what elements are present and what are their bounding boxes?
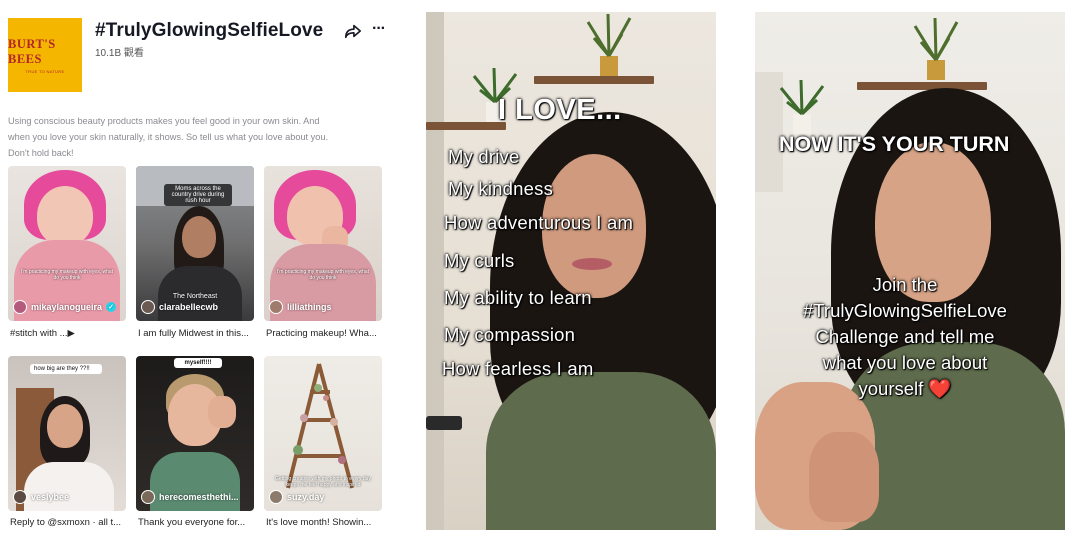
video-caption[interactable]: It's love month! Showin... xyxy=(266,517,384,528)
panel-heading: I LOVE... xyxy=(498,94,622,126)
plant-decoration xyxy=(779,79,825,134)
video-author[interactable]: mikaylanogueira ✓ xyxy=(13,300,117,314)
cta-line: #TrulyGlowingSelfieLove xyxy=(803,300,1007,321)
video-caption[interactable]: #stitch with ...▶ xyxy=(10,328,128,339)
cta-line: Challenge and tell me xyxy=(815,326,995,347)
share-arrow-icon[interactable] xyxy=(344,22,362,40)
brand-logo-name: BURT'S BEES xyxy=(8,36,56,66)
video-author[interactable]: veslybee xyxy=(13,490,69,504)
brand-logo-tagline: TRUE TO NATURE xyxy=(25,68,65,74)
panel-heading: NOW IT'S YOUR TURN xyxy=(779,132,1010,156)
avatar xyxy=(13,490,27,504)
avatar xyxy=(269,300,283,314)
video-tile[interactable]: Getting creative with my photo to every … xyxy=(264,356,382,511)
video-tile[interactable]: how big are they ??!! veslybee xyxy=(8,356,126,511)
hashtag-page: BURT'S BEES TRUE TO NATURE #TrulyGlowing… xyxy=(0,0,400,537)
love-item: How fearless I am xyxy=(442,358,594,379)
view-count: 10.1B 觀看 xyxy=(95,48,144,59)
hashtag-title: #TrulyGlowingSelfieLove xyxy=(95,20,324,41)
username: clarabellecwb xyxy=(159,302,219,312)
cta-line: what you love about xyxy=(822,352,988,373)
video-overlay-text: Getting creative with my photo to every … xyxy=(275,476,371,488)
username: lilliathings xyxy=(287,302,332,312)
plant-decoration xyxy=(586,13,632,76)
cta-line: Join the xyxy=(872,274,938,295)
brand-logo[interactable]: BURT'S BEES TRUE TO NATURE xyxy=(8,18,82,92)
avatar xyxy=(141,300,155,314)
video-tile[interactable]: Moms across the country drive during rus… xyxy=(136,166,254,321)
love-item: My ability to learn xyxy=(444,287,592,308)
video-caption[interactable]: Practicing makeup! Wha... xyxy=(266,328,384,339)
avatar xyxy=(13,300,27,314)
love-item: My compassion xyxy=(444,324,576,345)
username: mikaylanogueira xyxy=(31,302,103,312)
video-author[interactable]: suzy.day xyxy=(269,490,324,504)
video-tile[interactable]: I'm practicing my makeup with eyes, what… xyxy=(264,166,382,321)
username: suzy.day xyxy=(287,492,325,502)
video-caption[interactable]: Reply to @sxmoxn · all t... xyxy=(10,517,128,528)
video-caption[interactable]: I am fully Midwest in this... xyxy=(138,328,256,339)
video-overlay-text: I'm practicing my makeup with eyes, what… xyxy=(20,269,114,281)
plant-decoration xyxy=(913,17,959,80)
love-item: My curls xyxy=(444,250,515,271)
hashtag-description: Using conscious beauty products makes yo… xyxy=(8,116,329,158)
video-caption[interactable]: Thank you everyone for... xyxy=(138,517,256,528)
more-dots-icon[interactable]: ··· xyxy=(372,21,386,37)
avatar xyxy=(269,490,283,504)
username: herecomesthethi... xyxy=(159,492,239,502)
video-overlay-text: Moms across the country drive during rus… xyxy=(164,184,232,206)
video-author[interactable]: lilliathings xyxy=(269,300,332,314)
video-panel-i-love[interactable]: I LOVE... My drive My kindness How adven… xyxy=(426,12,716,530)
love-item: How adventurous I am xyxy=(444,212,634,233)
video-author[interactable]: herecomesthethi... xyxy=(141,490,239,504)
verified-badge-icon: ✓ xyxy=(106,302,117,312)
love-item: My kindness xyxy=(448,178,554,199)
avatar xyxy=(141,490,155,504)
cta-line: yourself ❤️ xyxy=(858,378,952,399)
username: veslybee xyxy=(31,492,70,502)
video-thumbnail xyxy=(286,363,354,489)
video-author[interactable]: clarabellecwb xyxy=(141,300,218,314)
video-overlay-text: I'm practicing my makeup with eyes, what… xyxy=(276,269,370,281)
video-overlay-text: how big are they ??!! xyxy=(30,364,102,374)
video-tile[interactable]: myself!!!! herecomesthethi... xyxy=(136,356,254,511)
video-overlay-text: myself!!!! xyxy=(174,358,222,368)
love-item: My drive xyxy=(448,146,520,167)
cta-text: Join the #TrulyGlowingSelfieLove Challen… xyxy=(755,272,1055,402)
video-tile[interactable]: I'm practicing my makeup with eyes, what… xyxy=(8,166,126,321)
video-panel-your-turn[interactable]: NOW IT'S YOUR TURN Join the #TrulyGlowin… xyxy=(755,12,1065,530)
